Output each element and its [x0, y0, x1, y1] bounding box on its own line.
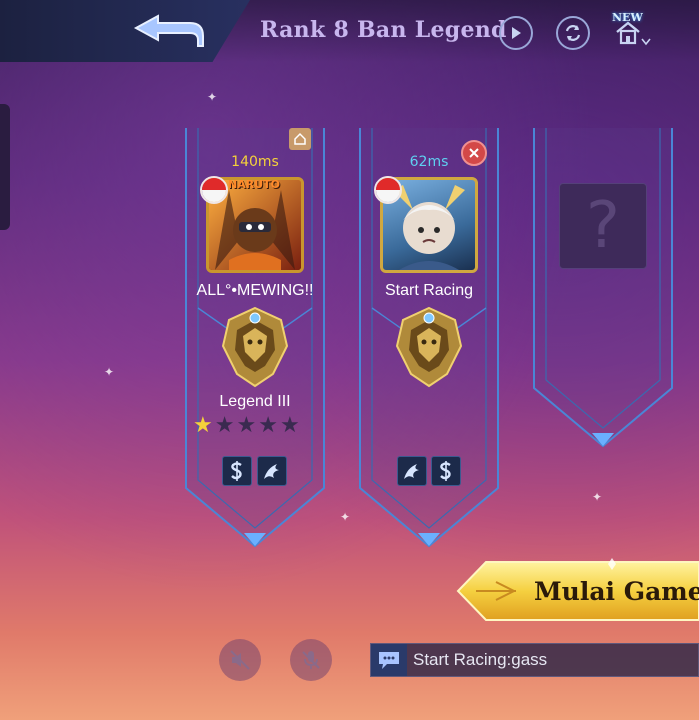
speaker-mute-button[interactable] — [219, 639, 261, 681]
retribution-spell-icon[interactable] — [397, 456, 427, 486]
indonesia-flag-icon — [200, 176, 228, 204]
mic-muted-icon — [302, 651, 320, 669]
star-empty-icon: ★ — [236, 413, 257, 438]
player-name: Start Racing — [384, 282, 474, 299]
star-empty-icon: ★ — [279, 413, 300, 438]
star-empty-icon: ★ — [258, 413, 278, 438]
ping-label: 62ms — [409, 154, 449, 170]
avatar-badge-text: NARUTO — [228, 178, 280, 191]
chat-bar[interactable]: Start Racing:gass — [370, 643, 699, 677]
play-icon — [512, 27, 521, 39]
page-title: Rank 8 Ban Legend — [260, 17, 507, 43]
home-icon — [294, 132, 306, 145]
retribution-spell-icon[interactable] — [257, 456, 287, 486]
sparkle: ✦ — [340, 510, 351, 524]
indonesia-flag-icon — [374, 176, 402, 204]
star-filled-icon: ★ — [193, 413, 213, 438]
speaker-muted-icon — [230, 650, 250, 670]
player-name: ALL°•MEWING!! — [196, 282, 314, 299]
mic-mute-button[interactable] — [290, 639, 332, 681]
back-button[interactable] — [128, 10, 206, 52]
player-slot-3-empty[interactable] — [532, 128, 674, 458]
rank-name: Legend III — [219, 393, 291, 410]
chat-last-message: Start Racing:gass — [413, 650, 548, 669]
empty-slot-placeholder[interactable]: ? — [559, 183, 647, 269]
star-empty-icon: ★ — [214, 413, 235, 438]
legend-rank-emblem-icon — [393, 306, 465, 388]
chevron-down-icon — [641, 38, 651, 46]
ping-label: 140ms — [231, 154, 279, 170]
legend-rank-emblem-icon — [219, 306, 291, 388]
chat-button[interactable] — [371, 644, 407, 676]
refresh-icon — [565, 25, 581, 41]
sparkle: ✦ — [592, 490, 603, 504]
slot-frame — [533, 128, 673, 448]
back-plate — [0, 0, 250, 62]
chat-bubble-icon — [379, 652, 399, 669]
owner-home-tag — [289, 128, 311, 150]
rank-stars: ★ ★ ★ ★ ★ — [193, 414, 300, 438]
left-side-tab[interactable] — [0, 104, 10, 230]
sparkle: ✦ — [207, 90, 218, 104]
play-button[interactable] — [499, 16, 533, 50]
new-badge: NEW — [612, 11, 643, 24]
purify-spell-icon[interactable] — [222, 456, 252, 486]
sparkle: ✦ — [104, 365, 115, 379]
start-game-label: Mulai Game — [534, 577, 699, 606]
refresh-button[interactable] — [556, 16, 590, 50]
back-arrow-icon — [133, 14, 204, 47]
purify-spell-icon[interactable] — [431, 456, 461, 486]
